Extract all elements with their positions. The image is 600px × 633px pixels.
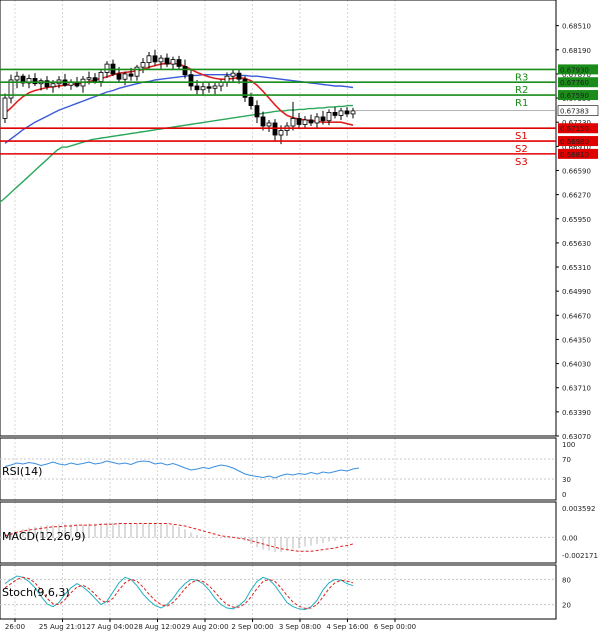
candle-body [248,96,254,107]
level-name-r1: R1 [515,98,528,109]
level-name-s3: S3 [515,157,528,168]
candle-body [236,72,242,80]
candle-body [230,72,236,77]
rsi-label: RSI(14) [2,465,42,478]
y-tick-label: 0.64030 [562,361,591,369]
y-tick-label: 0.64670 [562,312,591,320]
y-tick-label: 0.65310 [562,264,591,272]
candle-body [170,59,176,65]
candle-body [338,110,344,116]
candle-body [314,116,320,124]
y-tick-label: 0.68510 [562,23,591,31]
level-price-tag-s3: 0.66810 [558,148,598,159]
y-tick-label: 0.64350 [562,336,591,344]
last-price-tag-text: 0.67383 [560,108,589,116]
candle-body [140,62,146,68]
rsi-tick-label: 30 [562,476,571,484]
y-tick-label: 0.66590 [562,167,591,175]
rsi-tick-label: 0 [562,491,566,499]
candle-body [278,130,284,136]
x-tick-label: 28 Aug 12:00 [134,623,181,631]
level-price-tag-text: 0.67150 [560,125,589,133]
y-tick-label: 0.65950 [562,216,591,224]
candle-body [146,55,152,64]
candle-body [200,86,206,91]
candle-body [344,110,350,115]
macd-tick-label: -0.002171 [562,552,598,560]
x-tick-label: 29 Aug 20:00 [181,623,228,631]
candle-body [326,111,332,122]
candle-body [104,63,110,73]
level-price-tag-s1: 0.67150 [558,123,598,134]
y-tick-label: 0.63070 [562,433,591,441]
candle-body [212,85,218,89]
x-tick-label: 6 Sep 00:00 [374,623,416,631]
level-price-tag-r3: 0.67930 [558,64,598,75]
y-tick-label: 0.68190 [562,47,591,55]
candle-body [116,73,122,80]
level-price-tag-r2: 0.67760 [558,77,598,88]
candle-body [14,75,20,81]
candle-body [296,118,302,125]
candle-body [332,111,338,116]
candle-body [290,118,296,127]
x-tick-label: 27 Aug 04:00 [86,623,133,631]
candle-body [128,73,134,77]
candle-body [254,105,260,118]
candle-body [134,66,140,77]
candle-body [266,122,272,127]
candle-body [182,65,188,76]
candle-body [350,110,356,115]
stoch-label: Stoch(9,6,3) [2,586,70,599]
candle-body [260,116,266,127]
candle-body [122,73,128,80]
stoch-tick-label: 20 [562,602,571,610]
macd-tick-label: 0.00 [562,534,578,542]
candle-body [188,74,194,87]
x-tick-label: 25 Aug 21:01 [39,623,86,631]
candle-body [320,116,326,122]
level-price-tag-s2: 0.66980 [558,136,598,147]
chart-canvas: 0.685100.681900.678700.675500.672300.669… [0,0,600,633]
candle-body [206,86,212,89]
candle-body [50,83,56,88]
candle-body [302,119,308,125]
macd-label: MACD(12,26,9) [2,530,86,543]
candle-body [224,75,230,83]
y-tick-label: 0.63710 [562,385,591,393]
candle-body [98,72,104,82]
candle-body [86,77,92,80]
candle-body [158,57,164,63]
rsi-tick-label: 70 [562,456,571,464]
candle-body [2,97,8,119]
level-price-tag-text: 0.67590 [560,92,589,100]
level-price-tag-text: 0.67760 [560,79,589,87]
y-tick-label: 0.65630 [562,240,591,248]
x-tick-label: 4 Sep 16:00 [326,623,368,631]
stoch-tick-label: 80 [562,576,571,584]
candle-body [164,57,170,65]
candle-body [308,119,314,124]
y-tick-label: 0.64990 [562,288,591,296]
candle-body [176,59,182,67]
y-tick-label: 0.66270 [562,192,591,200]
x-tick-label: 3 Sep 08:00 [279,623,321,631]
candle-body [92,77,98,82]
candle-body [152,55,158,63]
y-tick-label: 0.63390 [562,409,591,417]
level-price-tag-text: 0.67930 [560,66,589,74]
level-price-tag-text: 0.66810 [560,151,589,159]
level-price-tag-text: 0.66980 [560,138,589,146]
macd-tick-label: 0.003592 [562,505,595,513]
x-tick-label: 26:00 [5,623,25,631]
candle-body [194,85,200,91]
x-tick-label: 2 Sep 00:00 [231,623,273,631]
rsi-tick-label: 100 [562,441,575,449]
level-price-tag-r1: 0.67590 [558,90,598,101]
last-price-tag: 0.67383 [557,105,599,116]
